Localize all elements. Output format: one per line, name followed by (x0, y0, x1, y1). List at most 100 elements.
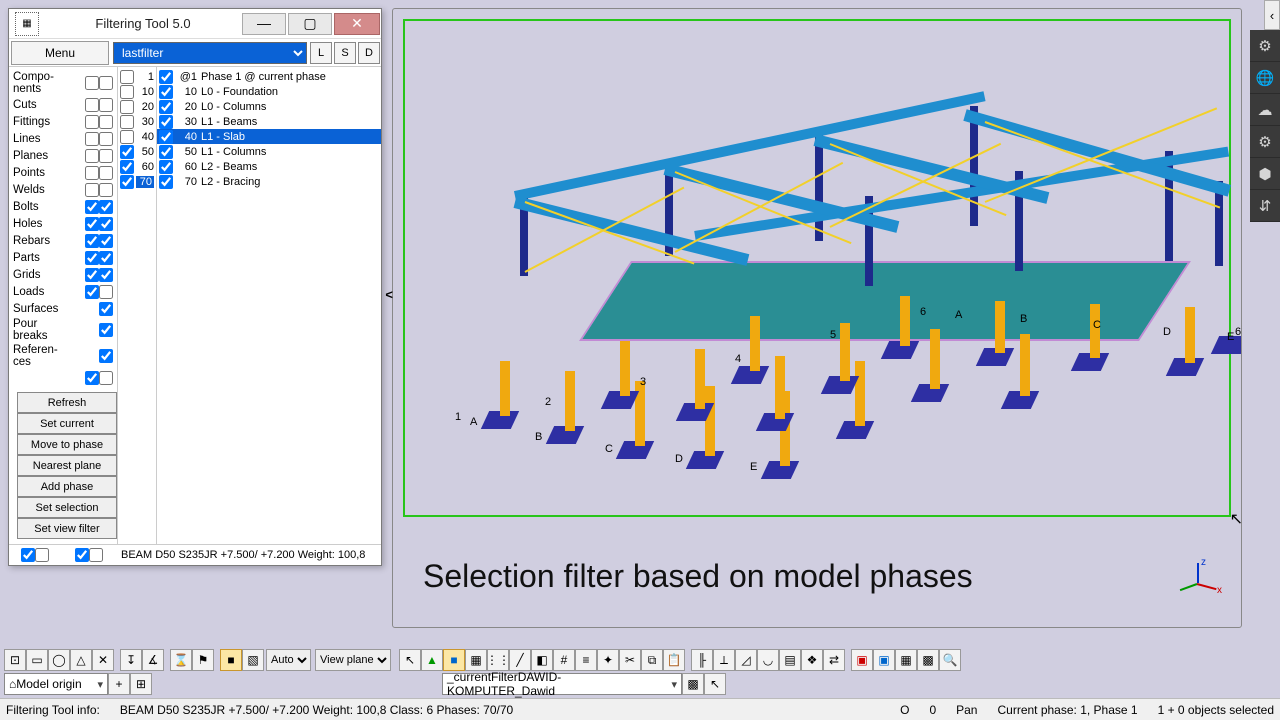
set-selection-button[interactable]: Set selection (17, 497, 117, 518)
category-cb1[interactable] (85, 132, 99, 146)
category-cb2[interactable] (99, 217, 113, 231)
phase-cb[interactable] (159, 70, 173, 84)
panel-icon[interactable]: ▤ (779, 649, 801, 671)
L-button[interactable]: L (310, 42, 332, 64)
phase-num-cb[interactable] (120, 175, 134, 189)
set-view-filter-button[interactable]: Set view filter (17, 518, 117, 539)
line-icon[interactable]: ╱ (509, 649, 531, 671)
layers-icon[interactable]: ❖ (801, 649, 823, 671)
close-button[interactable]: ✕ (334, 13, 380, 35)
cut-icon[interactable]: ✂ (619, 649, 641, 671)
cube-icon[interactable]: ⬢ (1250, 158, 1280, 190)
category-cb1[interactable] (85, 234, 99, 248)
scale-icon[interactable]: ⟂ (713, 649, 735, 671)
gear-icon[interactable]: ⚙ (1250, 126, 1280, 158)
nearest-plane-button[interactable]: Nearest plane (17, 455, 117, 476)
pointer2-icon[interactable]: ↖ (704, 673, 726, 695)
all-cb1[interactable] (85, 371, 99, 385)
tool-circle-icon[interactable]: ◯ (48, 649, 70, 671)
phase-cb[interactable] (159, 115, 173, 129)
zoom-icon[interactable]: 🔍 (939, 649, 961, 671)
add-icon[interactable]: + (108, 673, 130, 695)
phase-cb[interactable] (159, 130, 173, 144)
menu-button[interactable]: Menu (11, 41, 109, 65)
phase-cb[interactable] (159, 175, 173, 189)
phase-number[interactable]: 60 (136, 161, 154, 173)
phase-number[interactable]: 20 (136, 101, 154, 113)
paste-icon[interactable]: 📋 (663, 649, 685, 671)
grid2-icon[interactable]: ⊞ (130, 673, 152, 695)
phase-row[interactable]: 20L0 - Columns (157, 99, 381, 114)
category-cb2[interactable] (99, 268, 113, 282)
category-cb1[interactable] (85, 166, 99, 180)
cloud-icon[interactable]: ☁ (1250, 94, 1280, 126)
info-cb1[interactable] (21, 548, 35, 562)
tool-x-icon[interactable]: ✕ (92, 649, 114, 671)
category-cb2[interactable] (99, 183, 113, 197)
category-cb1[interactable] (85, 149, 99, 163)
refresh-button[interactable]: Refresh (17, 392, 117, 413)
tool-select-box-icon[interactable]: ⊡ (4, 649, 26, 671)
right-panel-collapse[interactable]: ‹ (1264, 0, 1280, 30)
maximize-button[interactable]: ▢ (288, 13, 332, 35)
titlebar[interactable]: ▦ Filtering Tool 5.0 — ▢ ✕ (9, 9, 381, 39)
info-cb3[interactable] (75, 548, 89, 562)
category-cb1[interactable] (85, 285, 99, 299)
category-cb2[interactable] (99, 200, 113, 214)
ruler-icon[interactable]: ╟ (691, 649, 713, 671)
info-cb4[interactable] (89, 548, 103, 562)
category-cb1[interactable] (85, 183, 99, 197)
spark-icon[interactable]: ✦ (597, 649, 619, 671)
swap-icon[interactable]: ⇄ (823, 649, 845, 671)
phase-num-cb[interactable] (120, 130, 134, 144)
app1-icon[interactable]: ▣ (851, 649, 873, 671)
phase-num-cb[interactable] (120, 100, 134, 114)
category-cb1[interactable] (85, 268, 99, 282)
category-cb1[interactable] (85, 251, 99, 265)
phase-number[interactable]: 40 (136, 131, 154, 143)
category-cb2[interactable] (99, 132, 113, 146)
move-to-phase-button[interactable]: Move to phase (17, 434, 117, 455)
D-button[interactable]: D (358, 42, 380, 64)
phase-cb[interactable] (159, 145, 173, 159)
tool-shade1-icon[interactable]: ■ (220, 649, 242, 671)
phase-num-cb[interactable] (120, 145, 134, 159)
category-cb2[interactable] (99, 98, 113, 112)
phase-num-cb[interactable] (120, 115, 134, 129)
phase-row[interactable]: 50L1 - Columns (157, 144, 381, 159)
filter-grid-icon[interactable]: ▩ (682, 673, 704, 695)
category-cb2[interactable] (99, 115, 113, 129)
tool-angle-icon[interactable]: ∡ (142, 649, 164, 671)
settings-icon[interactable]: ⚙ (1250, 30, 1280, 62)
category-cb1[interactable] (99, 302, 113, 316)
phase-cb[interactable] (159, 85, 173, 99)
category-cb2[interactable] (99, 251, 113, 265)
tool-dim-icon[interactable]: ↧ (120, 649, 142, 671)
phase-row[interactable]: 60L2 - Beams (157, 159, 381, 174)
current-filter-combo[interactable]: _currentFilterDAWID-KOMPUTER_Dawid (442, 673, 682, 695)
category-cb1[interactable] (99, 349, 113, 363)
phase-row[interactable]: @1Phase 1 @ current phase (157, 69, 381, 84)
phase-row[interactable]: 40L1 - Slab (157, 129, 381, 144)
phase-cb[interactable] (159, 160, 173, 174)
cube-tool-icon[interactable]: ◧ (531, 649, 553, 671)
sort-icon[interactable]: ⇵ (1250, 190, 1280, 222)
phase-number[interactable]: 30 (136, 116, 154, 128)
hash-icon[interactable]: # (553, 649, 575, 671)
auto-combo[interactable]: Auto (266, 649, 311, 671)
tool-time-icon[interactable]: ⌛ (170, 649, 192, 671)
phase-row[interactable]: 10L0 - Foundation (157, 84, 381, 99)
tool-rect-icon[interactable]: ▭ (26, 649, 48, 671)
shaded-icon[interactable]: ■ (443, 649, 465, 671)
grid-icon[interactable]: ⋮⋮ (487, 649, 509, 671)
category-cb2[interactable] (99, 285, 113, 299)
collapse-handle[interactable]: < (385, 287, 393, 302)
cursor-icon-btn[interactable]: ↖ (399, 649, 421, 671)
phase-cb[interactable] (159, 100, 173, 114)
phase-num-cb[interactable] (120, 160, 134, 174)
add-phase-button[interactable]: Add phase (17, 476, 117, 497)
minimize-button[interactable]: — (242, 13, 286, 35)
category-cb2[interactable] (99, 234, 113, 248)
phase-number[interactable]: 1 (136, 71, 154, 83)
globe-icon[interactable]: 🌐 (1250, 62, 1280, 94)
